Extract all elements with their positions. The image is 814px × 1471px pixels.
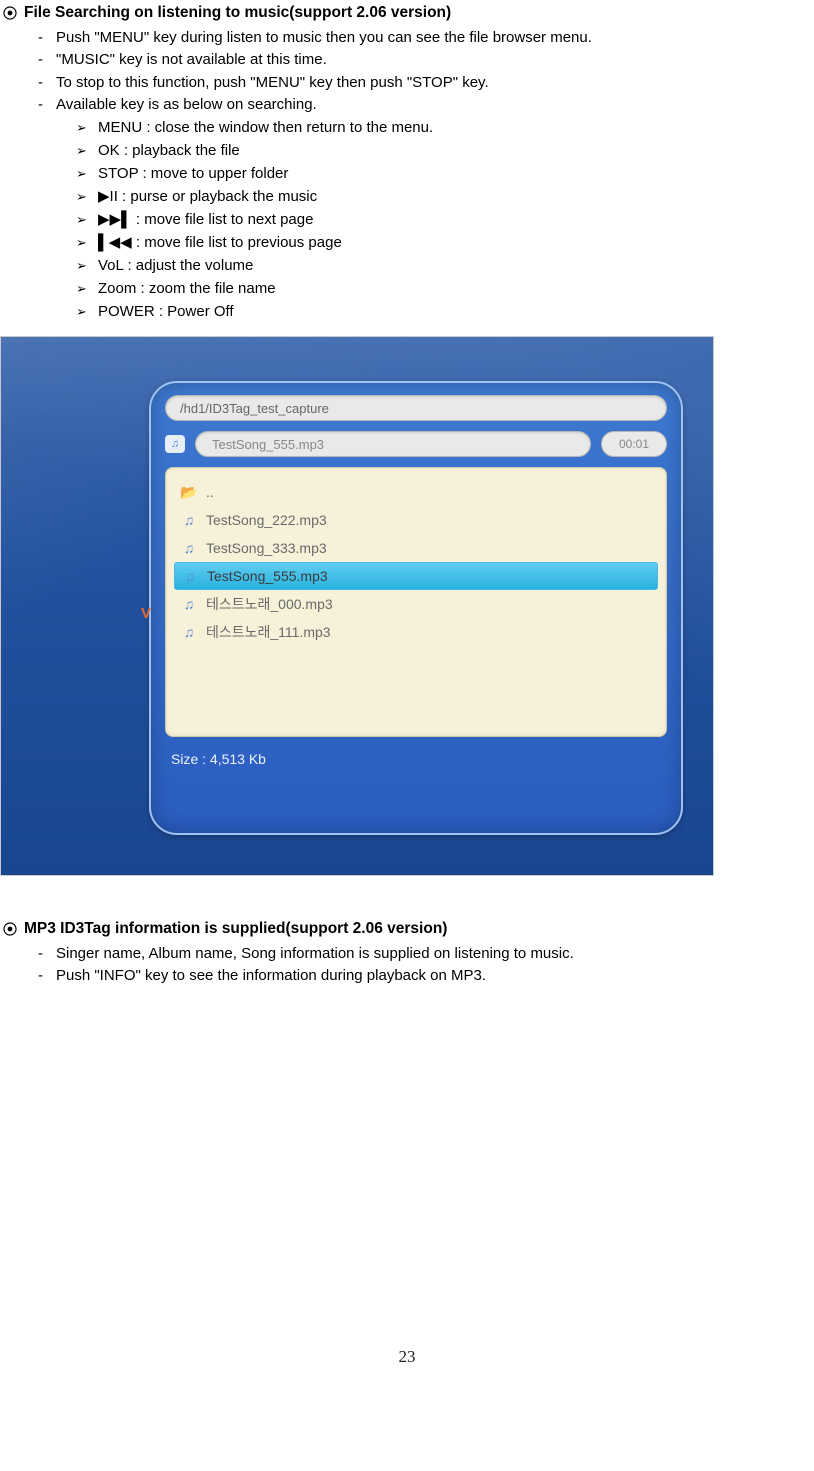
chevron-icon: ➢ [76,257,87,275]
file-row[interactable]: ♫ TestSong_333.mp3 [174,534,658,562]
now-playing-row: ♫ TestSong_555.mp3 00:01 [165,431,667,457]
page-number: 23 [0,1347,814,1367]
music-note-icon: ♫ [180,512,198,528]
file-browser-panel: /hd1/ID3Tag_test_capture ♫ TestSong_555.… [149,381,683,835]
list-item: ➢MENU : close the window then return to … [98,117,814,138]
chevron-icon: ➢ [76,165,87,183]
list-item-label: ▶II : purse or playback the music [98,188,317,205]
chevron-icon: ➢ [76,303,87,321]
parent-dir-label: .. [206,484,214,500]
section2-heading: MP3 ID3Tag information is supplied(suppo… [2,920,814,938]
file-row-selected[interactable]: ♫ TestSong_555.mp3 [174,562,658,590]
file-row[interactable]: ♫ TestSong_222.mp3 [174,506,658,534]
file-name: 테스트노래_000.mp3 [206,594,333,614]
chevron-icon: ➢ [76,211,87,229]
file-row[interactable]: ♫ 테스트노래_111.mp3 [174,618,658,646]
list-item: "MUSIC" key is not available at this tim… [56,50,814,70]
folder-up-icon: 📂 [180,484,198,501]
file-name: TestSong_555.mp3 [207,568,328,584]
list-item: Push "INFO" key to see the information d… [56,966,814,986]
chevron-icon: ➢ [76,280,87,298]
list-item: ➢VoL : adjust the volume [98,255,814,276]
file-browser-screenshot: /hd1/ID3Tag_test_capture ♫ TestSong_555.… [0,336,714,876]
list-item-label: OK : playback the file [98,142,240,159]
list-item: Singer name, Album name, Song informatio… [56,944,814,964]
list-item-label: STOP : move to upper folder [98,165,288,182]
file-list-box: 📂 .. ♫ TestSong_222.mp3 ♫ TestSong_333.m… [165,467,667,737]
list-item: To stop to this function, push "MENU" ke… [56,73,814,93]
checkmark-icon: V [141,605,151,622]
file-size-label: Size : 4,513 Kb [165,751,667,767]
section1-chev-list: ➢MENU : close the window then return to … [98,117,814,322]
music-note-icon: ♫ [180,540,198,556]
list-item-label: Zoom : zoom the file name [98,280,276,297]
section1-dash-list: Push "MENU" key during listen to music t… [56,28,814,115]
list-item: Available key is as below on searching. [56,95,814,115]
chevron-icon: ➢ [76,142,87,160]
path-display: /hd1/ID3Tag_test_capture [165,395,667,421]
list-item-label: VoL : adjust the volume [98,257,253,274]
target-bullet-icon [2,5,18,21]
path-row: /hd1/ID3Tag_test_capture [165,395,667,421]
chevron-icon: ➢ [76,119,87,137]
chevron-icon: ➢ [76,234,87,252]
now-playing-song: TestSong_555.mp3 [195,431,591,457]
chevron-icon: ➢ [76,188,87,206]
file-row-parent-dir[interactable]: 📂 .. [174,478,658,506]
file-name: 테스트노래_111.mp3 [206,622,331,642]
list-item: Push "MENU" key during listen to music t… [56,28,814,48]
file-row[interactable]: ♫ 테스트노래_000.mp3 [174,590,658,618]
list-item: ➢▶▶▌ : move file list to next page [98,209,814,230]
music-note-icon: ♫ [180,624,198,640]
section2-title: MP3 ID3Tag information is supplied(suppo… [24,920,447,938]
file-name: TestSong_222.mp3 [206,512,327,528]
list-item: ➢STOP : move to upper folder [98,163,814,184]
section1-heading: File Searching on listening to music(sup… [2,4,814,22]
section1-title: File Searching on listening to music(sup… [24,4,451,22]
file-name: TestSong_333.mp3 [206,540,327,556]
list-item: ➢OK : playback the file [98,140,814,161]
target-bullet-icon [2,921,18,937]
list-item: ➢▶II : purse or playback the music [98,186,814,207]
list-item-label: ▶▶▌ : move file list to next page [98,211,313,228]
list-item: ➢Zoom : zoom the file name [98,278,814,299]
list-item: ➢POWER : Power Off [98,301,814,322]
list-item-label: POWER : Power Off [98,303,234,320]
music-note-icon: ♫ [180,596,198,612]
list-item: ➢▌◀◀ : move file list to previous page [98,232,814,253]
music-note-icon: ♫ [165,435,185,453]
list-item-label: MENU : close the window then return to t… [98,119,433,136]
section2-dash-list: Singer name, Album name, Song informatio… [56,944,814,987]
elapsed-time: 00:01 [601,431,667,457]
music-note-icon: ♫ [181,568,199,584]
list-item-label: ▌◀◀ : move file list to previous page [98,234,342,251]
